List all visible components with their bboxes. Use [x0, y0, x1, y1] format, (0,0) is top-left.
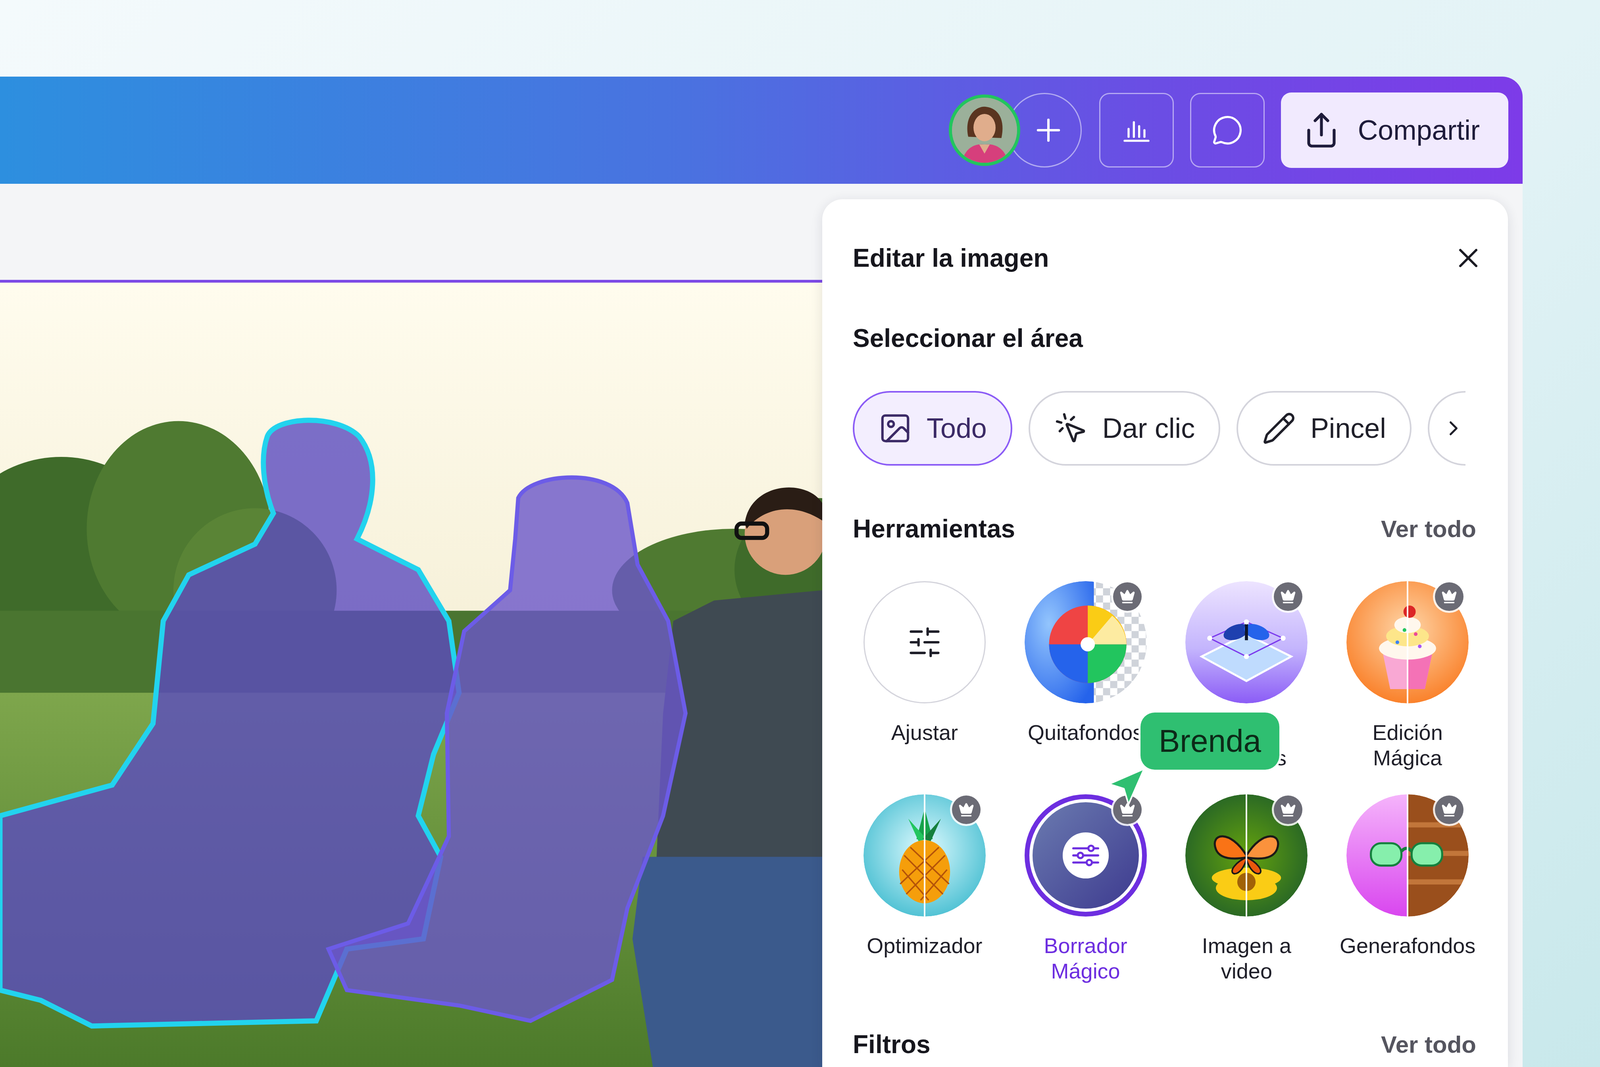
- comments-button[interactable]: [1190, 92, 1265, 168]
- close-button[interactable]: [1448, 238, 1489, 278]
- tool-label: Optimizador: [866, 932, 983, 958]
- top-bar: Compartir: [0, 76, 1523, 184]
- brush-icon: [1261, 411, 1297, 446]
- premium-badge: [1434, 582, 1464, 611]
- scroll-more-button[interactable]: [1427, 390, 1466, 466]
- tool-thumbnail: [1024, 794, 1147, 917]
- filters-header: Filtros Ver todo: [852, 1028, 1477, 1060]
- tool-label: Generafondos: [1339, 932, 1476, 958]
- chip-label: Todo: [926, 412, 987, 445]
- selection-chip[interactable]: Todo: [852, 390, 1013, 466]
- canvas-area: [0, 183, 823, 1067]
- comment-icon: [1211, 114, 1244, 147]
- image-to-video-tool[interactable]: Imagen a video: [1166, 794, 1328, 984]
- photo: [0, 282, 823, 1067]
- chip-label: Pincel: [1310, 412, 1387, 445]
- tools-grid: AjustarQuitafondosCapas MágicasEdición M…: [844, 580, 1489, 984]
- crown-icon: [1119, 588, 1136, 605]
- close-icon: [1452, 242, 1485, 274]
- share-button[interactable]: Compartir: [1280, 92, 1509, 168]
- collaborator-name-tag: Brenda: [1140, 712, 1280, 770]
- tool-thumbnail: [1185, 794, 1308, 917]
- tool-label: Edición Mágica: [1337, 719, 1479, 771]
- tool-thumbnail: [1346, 794, 1469, 917]
- collaborators: [948, 92, 1082, 168]
- tool-thumbnail: [1024, 580, 1147, 704]
- page: Compartir Editar la imagen Seleccionar el …: [0, 0, 1600, 1067]
- crown-icon: [1280, 801, 1297, 818]
- see-all-link[interactable]: Ver todo: [1380, 513, 1477, 545]
- filters-heading: Filtros: [852, 1028, 931, 1060]
- adjust-tool[interactable]: Ajustar: [844, 580, 1006, 771]
- tool-thumbnail: [1346, 580, 1469, 704]
- premium-badge: [1113, 582, 1142, 611]
- canvas-toolbar: [0, 183, 823, 283]
- crown-icon: [1441, 588, 1458, 605]
- selection-chip[interactable]: Pincel: [1236, 390, 1412, 466]
- insights-button[interactable]: [1099, 92, 1174, 168]
- insights-icon: [1120, 114, 1153, 147]
- canvas-image[interactable]: [0, 282, 823, 1067]
- edit-image-panel: Editar la imagen Seleccionar el área Todo D…: [822, 199, 1508, 1067]
- tool-circle: [863, 580, 986, 704]
- crown-icon: [1119, 801, 1136, 818]
- selection-chip[interactable]: Dar clic: [1028, 390, 1221, 466]
- plus-icon: [1030, 112, 1067, 149]
- tool-label: Quitafondos: [1027, 719, 1144, 745]
- tools-header: Herramientas Ver todo: [852, 513, 1477, 545]
- image-icon: [878, 411, 913, 446]
- premium-badge: [1273, 795, 1303, 824]
- click-pointer-icon: [1053, 411, 1089, 446]
- premium-badge: [951, 795, 981, 824]
- tools-heading: Herramientas: [852, 513, 1016, 545]
- tool-thumbnail: [863, 794, 986, 917]
- chip-label: Dar clic: [1102, 412, 1195, 445]
- share-icon: [1302, 111, 1341, 150]
- panel-title: Editar la imagen: [852, 242, 1049, 274]
- sliders-icon: [906, 623, 943, 661]
- upscaler-tool[interactable]: Optimizador: [844, 794, 1006, 984]
- crown-icon: [1280, 588, 1297, 605]
- selection-modes: Todo Dar clic Pincel: [852, 390, 1477, 466]
- see-all-link[interactable]: Ver todo: [1380, 1028, 1477, 1060]
- magic-edit-tool[interactable]: Edición Mágica: [1326, 580, 1489, 771]
- crown-icon: [958, 801, 975, 818]
- premium-badge: [1434, 795, 1464, 824]
- tool-label: Ajustar: [891, 719, 958, 745]
- share-label: Compartir: [1357, 114, 1480, 147]
- avatar-photo: [951, 97, 1018, 163]
- selection-heading: Seleccionar el área: [852, 323, 1477, 354]
- magic-eraser-tool[interactable]: Borrador Mágico: [1005, 794, 1167, 984]
- editor-body: Editar la imagen Seleccionar el área Todo D…: [0, 183, 1523, 1067]
- background-generator-tool[interactable]: Generafondos: [1326, 794, 1489, 984]
- collaborator-cursor-icon: [1106, 767, 1146, 807]
- collaborator-avatar[interactable]: [948, 94, 1021, 166]
- premium-badge: [1273, 582, 1303, 611]
- tool-label: Borrador Mágico: [1015, 932, 1156, 984]
- chevron-right-icon: [1441, 416, 1466, 441]
- editor-window: Compartir Editar la imagen Seleccionar el …: [0, 76, 1523, 1067]
- crown-icon: [1441, 801, 1458, 818]
- tool-thumbnail: [1185, 580, 1308, 704]
- tool-thumbnail: [863, 580, 986, 704]
- panel-header: Editar la imagen: [852, 238, 1477, 278]
- tool-label: Imagen a video: [1176, 932, 1318, 984]
